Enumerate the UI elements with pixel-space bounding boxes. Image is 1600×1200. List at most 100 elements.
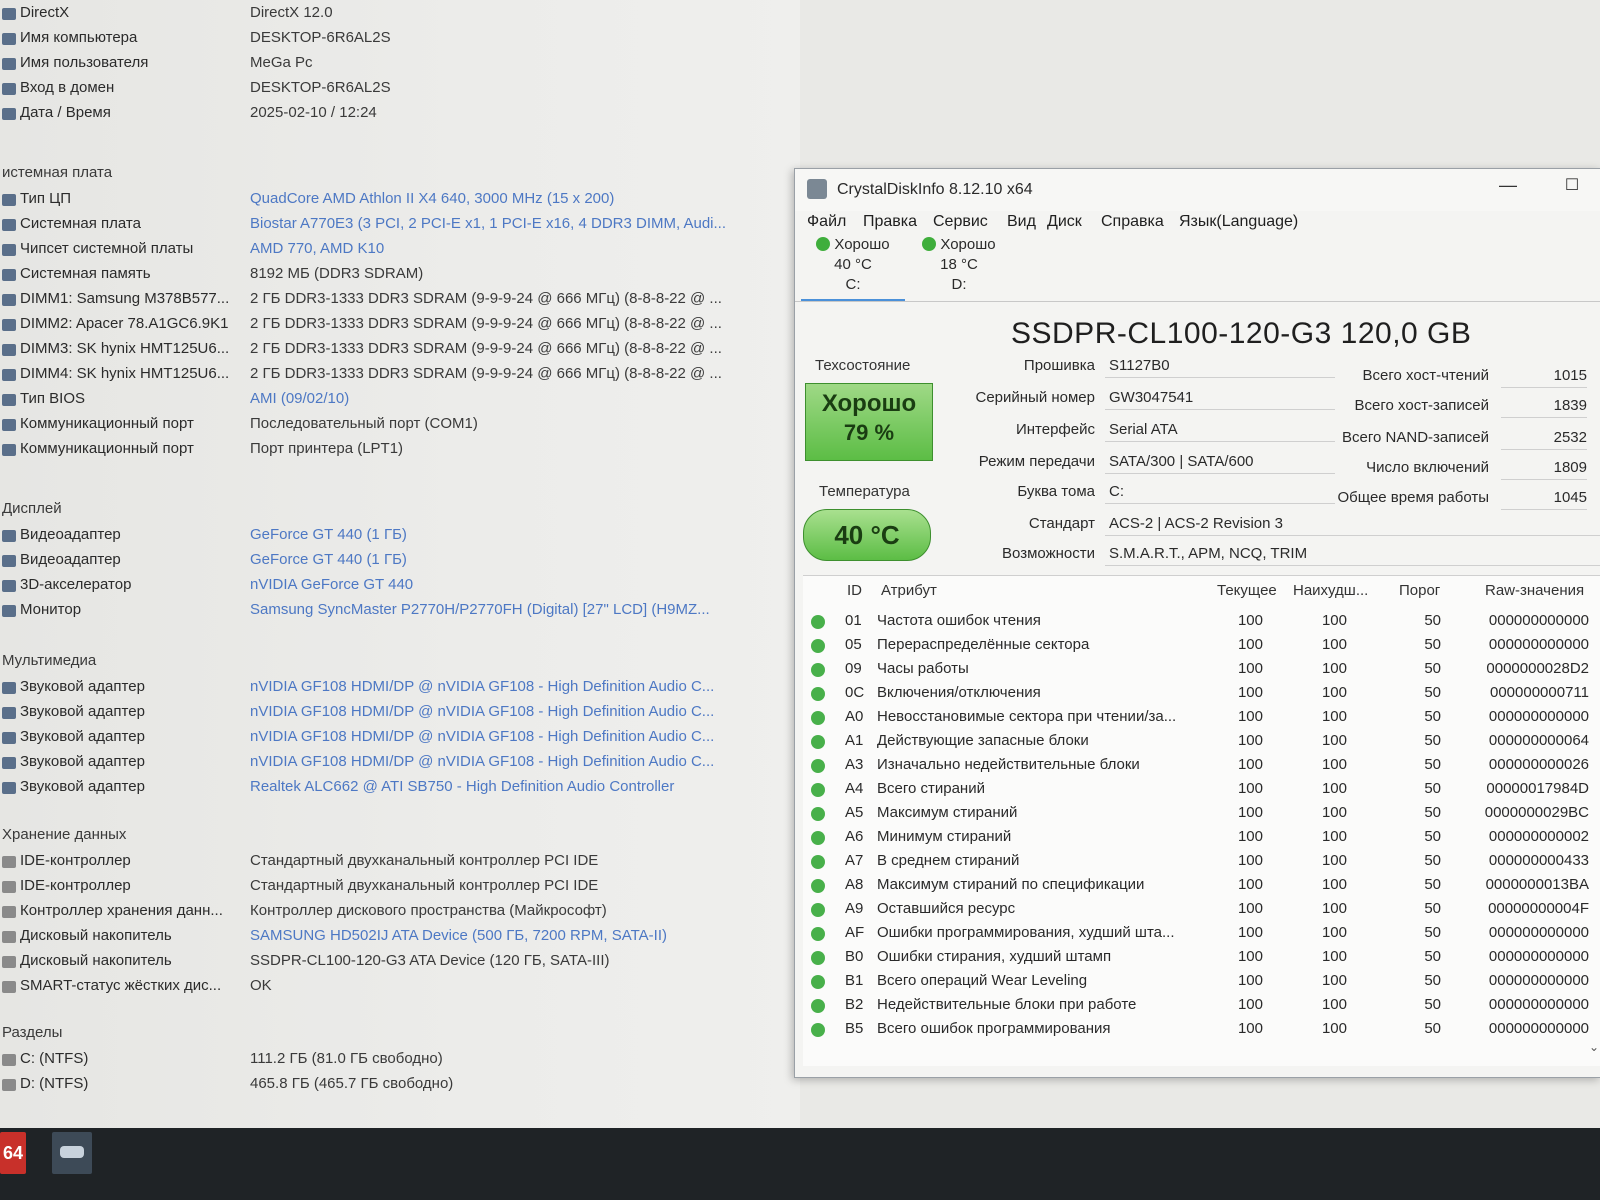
menu-edit[interactable]: Правка — [863, 213, 917, 231]
menu-disk[interactable]: Диск — [1047, 213, 1082, 231]
info-value[interactable]: Samsung SyncMaster P2770H/P2770FH (Digit… — [250, 601, 760, 618]
info-value[interactable]: GeForce GT 440 (1 ГБ) — [250, 551, 760, 568]
info-row[interactable]: Тип ЦП QuadCore AMD Athlon II X4 640, 300… — [0, 190, 790, 212]
col-header-raw[interactable]: Raw-значения — [1485, 582, 1584, 599]
table-row[interactable]: A5 Максимум стираний 100 100 50 0000000029BC — [803, 802, 1600, 826]
info-row[interactable]: Контроллер хранения данн... Контроллер ди… — [0, 902, 790, 924]
table-row[interactable]: B5 Всего ошибок программирования 100 100 50 0… — [803, 1018, 1600, 1042]
table-row[interactable]: AF Ошибки программирования, худший шта...… — [803, 922, 1600, 946]
info-row[interactable]: Звуковой адаптер nVIDIA GF108 HDMI/DP @ n… — [0, 728, 790, 750]
field-value[interactable]: S1127B0 — [1105, 355, 1335, 378]
col-header-id[interactable]: ID — [847, 582, 862, 599]
info-value[interactable]: SAMSUNG HD502IJ ATA Device (500 ГБ, 7200… — [250, 927, 760, 944]
info-value[interactable]: nVIDIA GF108 HDMI/DP @ nVIDIA GF108 - Hi… — [250, 678, 760, 695]
info-row[interactable]: Звуковой адаптер nVIDIA GF108 HDMI/DP @ n… — [0, 703, 790, 725]
table-row[interactable]: A9 Оставшийся ресурс 100 100 50 00000000004F — [803, 898, 1600, 922]
minimize-button[interactable]: — — [1495, 175, 1521, 201]
info-value[interactable]: nVIDIA GeForce GT 440 — [250, 576, 760, 593]
drive-tab-c[interactable]: Хорошо 40 °C C: — [801, 235, 905, 302]
col-header-attribute[interactable]: Атрибут — [881, 582, 937, 599]
table-row[interactable]: 01 Частота ошибок чтения 100 100 50 000000000… — [803, 610, 1600, 634]
info-row[interactable]: DIMM2: Apacer 78.A1GC6.9K1 2 ГБ DDR3-1333… — [0, 315, 790, 337]
table-row[interactable]: B1 Всего операций Wear Leveling 100 100 50 00… — [803, 970, 1600, 994]
info-row[interactable]: 3D-акселератор nVIDIA GeForce GT 440 — [0, 576, 790, 598]
table-row[interactable]: A6 Минимум стираний 100 100 50 000000000002 — [803, 826, 1600, 850]
table-row[interactable]: A1 Действующие запасные блоки 100 100 50 0000… — [803, 730, 1600, 754]
info-row[interactable]: Вход в домен DESKTOP-6R6AL2S — [0, 79, 790, 101]
info-row[interactable]: Коммуникационный порт Последовательный по… — [0, 415, 790, 437]
info-value[interactable]: QuadCore AMD Athlon II X4 640, 3000 MHz … — [250, 190, 760, 207]
drive-tab-d[interactable]: Хорошо 18 °C D: — [907, 235, 1011, 299]
table-row[interactable]: A4 Всего стираний 100 100 50 00000017984D — [803, 778, 1600, 802]
field-value[interactable]: C: — [1105, 481, 1335, 504]
info-value[interactable]: nVIDIA GF108 HDMI/DP @ nVIDIA GF108 - Hi… — [250, 703, 760, 720]
table-row[interactable]: A7 В среднем стираний 100 100 50 000000000433 — [803, 850, 1600, 874]
info-row[interactable]: IDE-контроллер Стандартный двухканальный … — [0, 877, 790, 899]
taskbar-app-aida[interactable]: 64 — [0, 1132, 26, 1174]
info-row[interactable]: Коммуникационный порт Порт принтера (LPT1… — [0, 440, 790, 462]
info-row[interactable]: Тип BIOS AMI (09/02/10) — [0, 390, 790, 412]
info-row[interactable]: DIMM1: Samsung M378B577... 2 ГБ DDR3-1333… — [0, 290, 790, 312]
info-value[interactable]: nVIDIA GF108 HDMI/DP @ nVIDIA GF108 - Hi… — [250, 728, 760, 745]
info-row[interactable]: D: (NTFS) 465.8 ГБ (465.7 ГБ свободно) — [0, 1075, 790, 1097]
table-row[interactable]: A8 Максимум стираний по спецификации 100 10… — [803, 874, 1600, 898]
menu-view[interactable]: Вид — [1007, 213, 1036, 231]
info-row[interactable]: Дисковый накопитель SAMSUNG HD502IJ ATA D… — [0, 927, 790, 949]
table-row[interactable]: 05 Перераспределённые сектора 100 100 50 0000… — [803, 634, 1600, 658]
info-value[interactable]: nVIDIA GF108 HDMI/DP @ nVIDIA GF108 - Hi… — [250, 753, 760, 770]
info-value[interactable]: AMI (09/02/10) — [250, 390, 760, 407]
field-value[interactable]: ACS-2 | ACS-2 Revision 3 — [1105, 513, 1600, 536]
menu-service[interactable]: Сервис — [933, 213, 988, 231]
table-row[interactable]: A0 Невосстановимые сектора при чтении/за.… — [803, 706, 1600, 730]
table-row[interactable]: B0 Ошибки стирания, худший штамп 100 100 50 0… — [803, 946, 1600, 970]
info-row[interactable]: DirectX DirectX 12.0 — [0, 4, 790, 26]
taskbar-app-crystaldiskinfo[interactable] — [52, 1132, 92, 1174]
info-row[interactable]: Видеоадаптер GeForce GT 440 (1 ГБ) — [0, 526, 790, 548]
info-value[interactable]: Biostar A770E3 (3 PCI, 2 PCI-E x1, 1 PCI… — [250, 215, 760, 232]
info-row[interactable]: IDE-контроллер Стандартный двухканальный … — [0, 852, 790, 874]
table-row[interactable]: B2 Недействительные блоки при работе 100 10… — [803, 994, 1600, 1018]
table-row[interactable]: 09 Часы работы 100 100 50 0000000028D2 — [803, 658, 1600, 682]
field-value[interactable]: Serial ATA — [1105, 419, 1335, 442]
info-row[interactable]: C: (NTFS) 111.2 ГБ (81.0 ГБ свободно) — [0, 1050, 790, 1072]
maximize-button[interactable]: ☐ — [1559, 175, 1585, 201]
info-row[interactable]: Чипсет системной платы AMD 770, AMD K10 — [0, 240, 790, 262]
stat-value[interactable]: 2532 — [1501, 427, 1587, 450]
health-status-button[interactable]: Хорошо 79 % — [805, 383, 933, 461]
info-row[interactable]: Видеоадаптер GeForce GT 440 (1 ГБ) — [0, 551, 790, 573]
stat-value[interactable]: 1839 — [1501, 395, 1587, 418]
scroll-down-icon[interactable]: ⌄ — [1589, 1040, 1599, 1054]
info-row[interactable]: SMART-статус жёстких дис... OK — [0, 977, 790, 999]
status-good-icon — [811, 855, 825, 869]
info-row[interactable]: Звуковой адаптер nVIDIA GF108 HDMI/DP @ n… — [0, 678, 790, 700]
menu-language[interactable]: Язык(Language) — [1179, 213, 1298, 231]
menu-help[interactable]: Справка — [1101, 213, 1164, 231]
info-row[interactable]: Звуковой адаптер nVIDIA GF108 HDMI/DP @ n… — [0, 753, 790, 775]
info-row[interactable]: Монитор Samsung SyncMaster P2770H/P2770FH… — [0, 601, 790, 623]
stat-value[interactable]: 1809 — [1501, 457, 1587, 480]
info-row[interactable]: Звуковой адаптер Realtek ALC662 @ ATI SB7… — [0, 778, 790, 800]
info-row[interactable]: Дисковый накопитель SSDPR-CL100-120-G3 AT… — [0, 952, 790, 974]
info-row[interactable]: Имя компьютера DESKTOP-6R6AL2S — [0, 29, 790, 51]
stat-value[interactable]: 1045 — [1501, 487, 1587, 510]
info-row[interactable]: Дата / Время 2025-02-10 / 12:24 — [0, 104, 790, 126]
info-value[interactable]: AMD 770, AMD K10 — [250, 240, 760, 257]
field-value[interactable]: SATA/300 | SATA/600 — [1105, 451, 1335, 474]
info-row[interactable]: DIMM4: SK hynix HMT125U6... 2 ГБ DDR3-133… — [0, 365, 790, 387]
info-row[interactable]: Системная память 8192 МБ (DDR3 SDRAM) — [0, 265, 790, 287]
col-header-worst[interactable]: Наихудш... — [1293, 582, 1368, 599]
stat-value[interactable]: 1015 — [1501, 365, 1587, 388]
info-value[interactable]: GeForce GT 440 (1 ГБ) — [250, 526, 760, 543]
title-bar[interactable]: CrystalDiskInfo 8.12.10 x64 — ☐ — [795, 169, 1600, 211]
menu-file[interactable]: Файл — [807, 213, 846, 231]
info-value[interactable]: Realtek ALC662 @ ATI SB750 - High Defini… — [250, 778, 760, 795]
info-row[interactable]: Системная плата Biostar A770E3 (3 PCI, 2 … — [0, 215, 790, 237]
col-header-threshold[interactable]: Порог — [1399, 582, 1440, 599]
info-row[interactable]: Имя пользователя MeGa Pc — [0, 54, 790, 76]
field-value[interactable]: GW3047541 — [1105, 387, 1335, 410]
field-value[interactable]: S.M.A.R.T., APM, NCQ, TRIM — [1105, 543, 1600, 566]
info-row[interactable]: DIMM3: SK hynix HMT125U6... 2 ГБ DDR3-133… — [0, 340, 790, 362]
col-header-current[interactable]: Текущее — [1217, 582, 1277, 599]
table-row[interactable]: 0C Включения/отключения 100 100 50 0000000007… — [803, 682, 1600, 706]
table-row[interactable]: A3 Изначально недействительные блоки 100 10… — [803, 754, 1600, 778]
